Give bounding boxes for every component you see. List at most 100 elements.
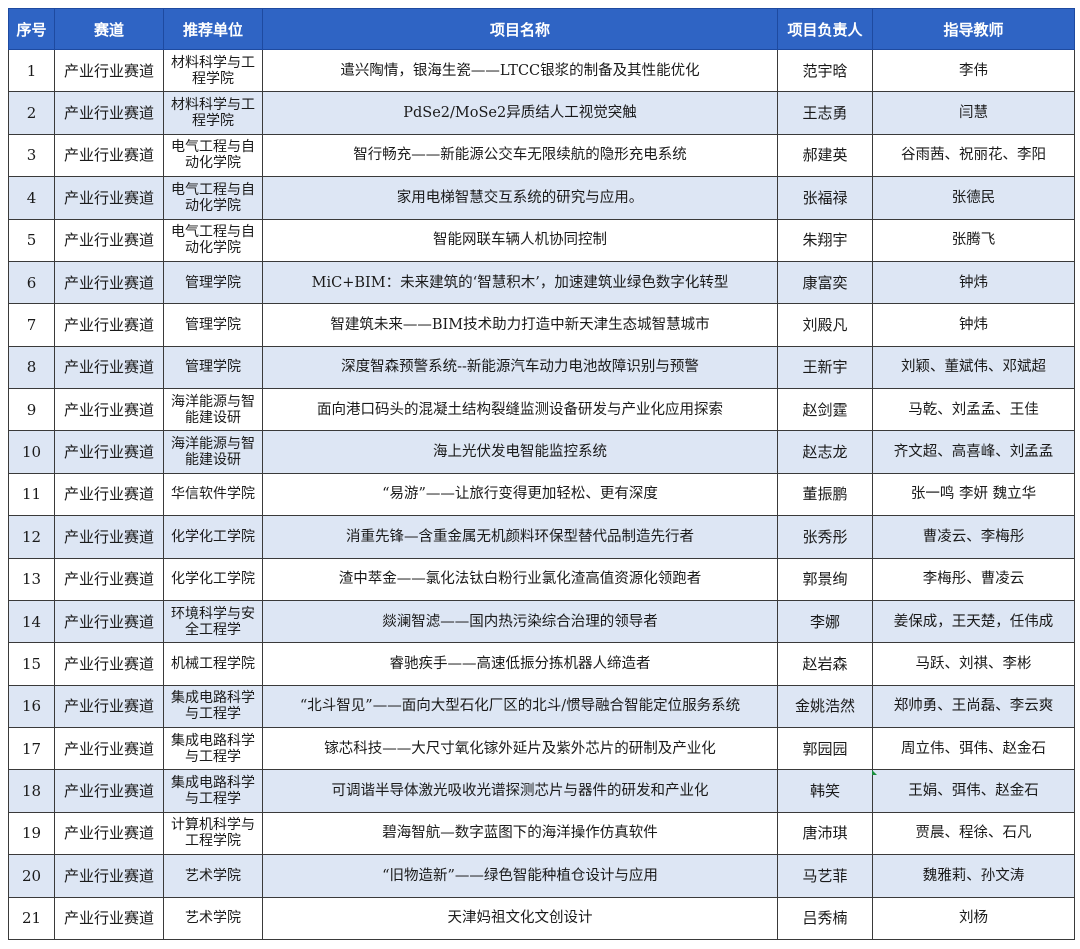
cell-track[interactable]: 产业行业赛道 <box>54 91 164 135</box>
cell-teacher[interactable]: 周立伟、弭伟、赵金石 <box>872 726 1075 771</box>
cell-index[interactable]: 5 <box>8 218 55 262</box>
header-teacher[interactable]: 指导教师 <box>872 8 1075 50</box>
cell-leader[interactable]: 王志勇 <box>777 91 873 135</box>
cell-leader[interactable]: 张秀彤 <box>777 515 873 559</box>
cell-project-name[interactable]: 智建筑未来——BIM技术助力打造中新天津生态城智慧城市 <box>262 303 778 347</box>
cell-leader[interactable]: 范宇晗 <box>777 48 873 93</box>
cell-track[interactable]: 产业行业赛道 <box>54 133 164 178</box>
cell-index[interactable]: 11 <box>8 472 55 517</box>
cell-project-name[interactable]: MiC+BIM：未来建筑的‘智慧积木’，加速建筑业绿色数字化转型 <box>262 260 778 305</box>
cell-unit[interactable]: 电气工程与自动化学院 <box>163 133 263 178</box>
cell-teacher[interactable]: 钟炜 <box>872 260 1075 305</box>
cell-leader[interactable]: 郭景绚 <box>777 557 873 601</box>
cell-leader[interactable]: 李娜 <box>777 599 873 644</box>
cell-teacher[interactable]: 张德民 <box>872 176 1075 220</box>
cell-leader[interactable]: 董振鹏 <box>777 472 873 517</box>
cell-unit[interactable]: 海洋能源与智能建设研 <box>163 387 263 432</box>
cell-index[interactable]: 17 <box>8 726 55 771</box>
cell-leader[interactable]: 赵剑霆 <box>777 387 873 432</box>
cell-project-name[interactable]: “易游”——让旅行变得更加轻松、更有深度 <box>262 472 778 517</box>
cell-leader[interactable]: 韩笑 <box>777 769 873 813</box>
cell-track[interactable]: 产业行业赛道 <box>54 430 164 474</box>
cell-leader[interactable]: 马艺菲 <box>777 854 873 898</box>
cell-leader[interactable]: 郝建英 <box>777 133 873 178</box>
cell-index[interactable]: 20 <box>8 854 55 898</box>
header-unit[interactable]: 推荐单位 <box>163 8 263 50</box>
cell-project-name[interactable]: 智能网联车辆人机协同控制 <box>262 218 778 262</box>
cell-track[interactable]: 产业行业赛道 <box>54 769 164 813</box>
cell-track[interactable]: 产业行业赛道 <box>54 218 164 262</box>
cell-project-name[interactable]: 深度智森预警系统--新能源汽车动力电池故障识别与预警 <box>262 345 778 390</box>
cell-track[interactable]: 产业行业赛道 <box>54 896 164 940</box>
cell-index[interactable]: 10 <box>8 430 55 474</box>
cell-project-name[interactable]: “旧物造新”——绿色智能种植仓设计与应用 <box>262 854 778 898</box>
cell-project-name[interactable]: 遣兴陶情，银海生瓷——LTCC银浆的制备及其性能优化 <box>262 48 778 93</box>
cell-unit[interactable]: 电气工程与自动化学院 <box>163 176 263 220</box>
header-leader[interactable]: 项目负责人 <box>777 8 873 50</box>
cell-teacher[interactable]: 马跃、刘祺、李彬 <box>872 642 1075 686</box>
cell-project-name[interactable]: 面向港口码头的混凝土结构裂缝监测设备研发与产业化应用探索 <box>262 387 778 432</box>
cell-track[interactable]: 产业行业赛道 <box>54 854 164 898</box>
cell-leader[interactable]: 刘殿凡 <box>777 303 873 347</box>
cell-track[interactable]: 产业行业赛道 <box>54 642 164 686</box>
cell-track[interactable]: 产业行业赛道 <box>54 260 164 305</box>
cell-index[interactable]: 13 <box>8 557 55 601</box>
cell-index[interactable]: 21 <box>8 896 55 940</box>
cell-index[interactable]: 14 <box>8 599 55 644</box>
cell-leader[interactable]: 赵岩森 <box>777 642 873 686</box>
cell-track[interactable]: 产业行业赛道 <box>54 557 164 601</box>
cell-leader[interactable]: 王新宇 <box>777 345 873 390</box>
cell-index[interactable]: 9 <box>8 387 55 432</box>
header-project-name[interactable]: 项目名称 <box>262 8 778 50</box>
cell-unit[interactable]: 集成电路科学与工程学 <box>163 726 263 771</box>
cell-project-name[interactable]: “北斗智见”——面向大型石化厂区的北斗/惯导融合智能定位服务系统 <box>262 684 778 729</box>
cell-unit[interactable]: 华信软件学院 <box>163 472 263 517</box>
header-index[interactable]: 序号 <box>8 8 55 50</box>
cell-track[interactable]: 产业行业赛道 <box>54 345 164 390</box>
cell-index[interactable]: 4 <box>8 176 55 220</box>
cell-track[interactable]: 产业行业赛道 <box>54 726 164 771</box>
cell-teacher[interactable]: 郑帅勇、王尚磊、李云爽 <box>872 684 1075 729</box>
cell-unit[interactable]: 集成电路科学与工程学 <box>163 769 263 813</box>
cell-index[interactable]: 19 <box>8 811 55 856</box>
cell-teacher[interactable]: 曹凌云、李梅彤 <box>872 515 1075 559</box>
cell-project-name[interactable]: 碧海智航—数字蓝图下的海洋操作仿真软件 <box>262 811 778 856</box>
cell-index[interactable]: 15 <box>8 642 55 686</box>
cell-unit[interactable]: 化学化工学院 <box>163 557 263 601</box>
cell-unit[interactable]: 艺术学院 <box>163 854 263 898</box>
cell-teacher[interactable]: 王娟、弭伟、赵金石 <box>872 769 1075 813</box>
cell-unit[interactable]: 管理学院 <box>163 303 263 347</box>
cell-unit[interactable]: 环境科学与安全工程学 <box>163 599 263 644</box>
cell-project-name[interactable]: 天津妈祖文化文创设计 <box>262 896 778 940</box>
cell-project-name[interactable]: 睿驰疾手——高速低振分拣机器人缔造者 <box>262 642 778 686</box>
cell-project-name[interactable]: PdSe2/MoSe2异质结人工视觉突触 <box>262 91 778 135</box>
cell-leader[interactable]: 吕秀楠 <box>777 896 873 940</box>
cell-track[interactable]: 产业行业赛道 <box>54 387 164 432</box>
cell-index[interactable]: 2 <box>8 91 55 135</box>
cell-unit[interactable]: 艺术学院 <box>163 896 263 940</box>
header-track[interactable]: 赛道 <box>54 8 164 50</box>
cell-index[interactable]: 18 <box>8 769 55 813</box>
cell-leader[interactable]: 赵志龙 <box>777 430 873 474</box>
cell-teacher[interactable]: 闫慧 <box>872 91 1075 135</box>
cell-teacher[interactable]: 张一鸣 李妍 魏立华 <box>872 472 1075 517</box>
cell-teacher[interactable]: 张腾飞 <box>872 218 1075 262</box>
cell-teacher[interactable]: 刘颖、董斌伟、邓斌超 <box>872 345 1075 390</box>
cell-teacher[interactable]: 贾晨、程徐、石凡 <box>872 811 1075 856</box>
cell-unit[interactable]: 材料科学与工程学院 <box>163 48 263 93</box>
cell-track[interactable]: 产业行业赛道 <box>54 599 164 644</box>
cell-leader[interactable]: 金姚浩然 <box>777 684 873 729</box>
cell-unit[interactable]: 管理学院 <box>163 345 263 390</box>
cell-unit[interactable]: 海洋能源与智能建设研 <box>163 430 263 474</box>
cell-project-name[interactable]: 可调谐半导体激光吸收光谱探测芯片与器件的研发和产业化 <box>262 769 778 813</box>
cell-track[interactable]: 产业行业赛道 <box>54 811 164 856</box>
cell-index[interactable]: 12 <box>8 515 55 559</box>
cell-index[interactable]: 8 <box>8 345 55 390</box>
cell-project-name[interactable]: 家用电梯智慧交互系统的研究与应用。 <box>262 176 778 220</box>
cell-unit[interactable]: 管理学院 <box>163 260 263 305</box>
cell-unit[interactable]: 化学化工学院 <box>163 515 263 559</box>
cell-teacher[interactable]: 钟炜 <box>872 303 1075 347</box>
cell-project-name[interactable]: 海上光伏发电智能监控系统 <box>262 430 778 474</box>
cell-track[interactable]: 产业行业赛道 <box>54 176 164 220</box>
cell-teacher[interactable]: 李伟 <box>872 48 1075 93</box>
